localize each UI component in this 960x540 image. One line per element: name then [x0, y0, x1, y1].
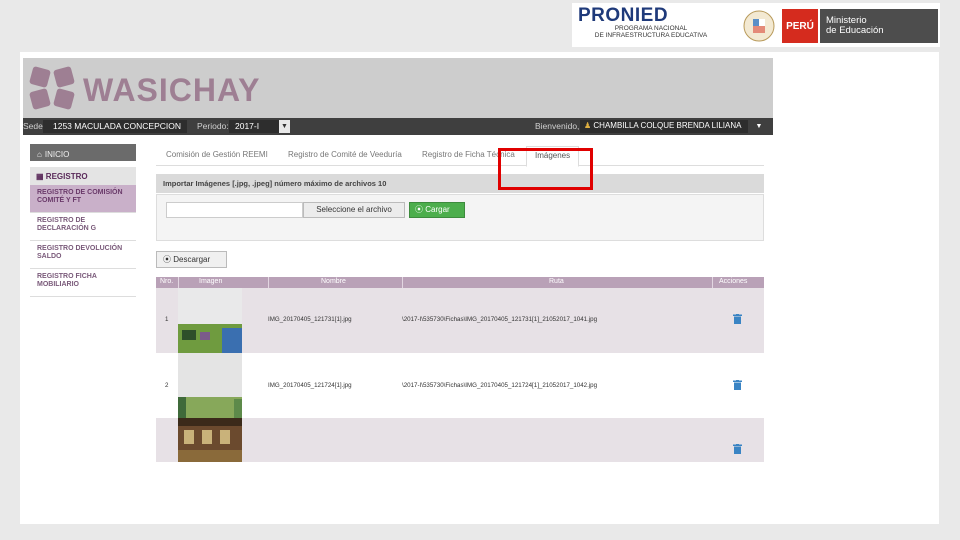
- table-row: 2 IMG_20170405_121724[1].jpg \2017-I\535…: [156, 353, 764, 418]
- user-icon: ♟: [584, 121, 592, 130]
- import-heading: Importar Imágenes [.jpg, .jpeg] número m…: [156, 174, 764, 193]
- sidebar-item-inicio[interactable]: ⌂ INICIO: [30, 144, 136, 161]
- sede-label: Sede:: [23, 121, 46, 131]
- tab-comite-veeduria[interactable]: Registro de Comité de Veeduría: [288, 150, 402, 159]
- download-button[interactable]: ⦿ Descargar: [156, 251, 227, 268]
- trash-icon[interactable]: [733, 380, 742, 390]
- registro-icon: ▦: [36, 172, 44, 181]
- import-panel: Seleccione el archivo ⦿ Cargar: [156, 194, 764, 241]
- periodo-label: Periodo:: [197, 121, 229, 131]
- home-icon: ⌂: [37, 149, 42, 159]
- row-image-thumbnail[interactable]: [178, 418, 242, 462]
- row-image-name: IMG_20170405_121731[1].jpg: [268, 316, 352, 323]
- col-header-imagen: Imagen: [199, 278, 223, 285]
- table-row: 1 IMG_20170405_121731[1].jpg \2017-I\535…: [156, 288, 764, 353]
- wasichay-logo-icon: [29, 66, 75, 110]
- upload-icon: ⦿: [415, 205, 423, 214]
- sidebar-item-label: COMITÉ Y FT: [37, 197, 82, 204]
- sidebar-item-label: MOBILIARIO: [37, 281, 79, 288]
- tab-bar: Comisión de Gestión REEMI Registro de Co…: [156, 144, 764, 167]
- row-image-thumbnail[interactable]: [178, 353, 242, 418]
- table-header: Nro. Imagen Nombre Ruta Acciones: [156, 277, 764, 288]
- pronied-title: PRONIED: [578, 5, 669, 26]
- row-image-thumbnail[interactable]: [178, 288, 242, 353]
- row-image-name: IMG_20170405_121724[1].jpg: [268, 382, 352, 389]
- upload-label: Cargar: [425, 205, 450, 214]
- sidebar-item-label: REGISTRO DE COMISIÓN: [37, 189, 123, 196]
- trash-icon[interactable]: [733, 444, 742, 454]
- sidebar-section-registro[interactable]: ▦ REGISTRO: [30, 167, 136, 185]
- sidebar-inicio-label: INICIO: [44, 149, 70, 159]
- app-window: WASICHAY Sede: 1253 MACULADA CONCEPCION …: [23, 58, 773, 462]
- sidebar-item-comision[interactable]: REGISTRO DE COMISIÓN COMITÉ Y FT: [30, 185, 136, 213]
- col-header-nro: Nro.: [160, 278, 174, 285]
- sidebar-item-mobiliario[interactable]: REGISTRO FICHA MOBILIARIO: [30, 269, 136, 297]
- minedu-line-2: de Educación: [826, 25, 884, 36]
- file-path-input[interactable]: [166, 202, 303, 218]
- col-header-acciones: Acciones: [719, 278, 748, 285]
- sede-selector[interactable]: 1253 MACULADA CONCEPCION: [43, 120, 187, 133]
- row-image-path: \2017-I\535730\Fichas\IMG_20170405_12173…: [402, 316, 598, 323]
- sidebar-item-declaracion[interactable]: REGISTRO DE DECLARACIÓN G: [30, 213, 136, 241]
- national-seal-icon: [743, 10, 775, 42]
- sidebar-item-devolucion[interactable]: REGISTRO DEVOLUCIÓN SALDO: [30, 241, 136, 269]
- periodo-selector[interactable]: 2017-I: [229, 120, 279, 133]
- pronied-subtitle-1: PROGRAMA NACIONAL: [614, 25, 688, 32]
- welcome-label: Bienvenido,: [535, 121, 580, 131]
- sidebar-item-label: DECLARACIÓN G: [37, 225, 97, 232]
- top-nav-bar: Sede: 1253 MACULADA CONCEPCION Periodo: …: [23, 118, 773, 135]
- images-table: Nro. Imagen Nombre Ruta Acciones 1 IMG_2…: [156, 277, 764, 462]
- sidebar-item-label: REGISTRO DE: [37, 217, 86, 224]
- peru-badge: PERÚ: [782, 9, 818, 43]
- pronied-subtitle-2: DE INFRAESTRUCTURA EDUCATIVA: [594, 32, 708, 39]
- pronied-logo: PRONIED PROGRAMA NACIONAL DE INFRAESTRUC…: [578, 5, 728, 43]
- row-number: 1: [165, 316, 169, 323]
- user-menu[interactable]: ♟ CHAMBILLA COLQUE BRENDA LILIANA: [580, 120, 748, 133]
- download-icon: ⦿: [163, 255, 171, 264]
- trash-icon[interactable]: [733, 314, 742, 324]
- sidebar-item-label: SALDO: [37, 253, 62, 260]
- row-number: 2: [165, 382, 169, 389]
- chevron-down-icon[interactable]: ▼: [279, 120, 290, 133]
- sidebar: ⌂ INICIO ▦ REGISTRO REGISTRO DE COMISIÓN…: [30, 144, 136, 297]
- col-header-nombre: Nombre: [321, 278, 346, 285]
- minedu-badge: Ministerio de Educación: [820, 9, 938, 43]
- select-file-button[interactable]: Seleccione el archivo: [303, 202, 405, 218]
- col-header-ruta: Ruta: [549, 278, 564, 285]
- download-label: Descargar: [173, 255, 211, 264]
- sidebar-item-label: REGISTRO DEVOLUCIÓN: [37, 245, 123, 252]
- user-name: CHAMBILLA COLQUE BRENDA LILIANA: [593, 121, 742, 130]
- table-row: [156, 418, 764, 462]
- row-image-path: \2017-I\535730\Fichas\IMG_20170405_12172…: [402, 382, 598, 389]
- sidebar-item-label: REGISTRO FICHA: [37, 273, 97, 280]
- tab-comision[interactable]: Comisión de Gestión REEMI: [166, 150, 268, 159]
- sidebar-registro-label: REGISTRO: [45, 172, 88, 181]
- institution-logos: PRONIED PROGRAMA NACIONAL DE INFRAESTRUC…: [572, 3, 940, 47]
- user-menu-chevron-icon[interactable]: ▼: [750, 120, 768, 133]
- brand-header: WASICHAY: [23, 58, 773, 118]
- brand-name: WASICHAY: [83, 72, 261, 108]
- tab-highlight-annotation: [498, 148, 593, 190]
- upload-button[interactable]: ⦿ Cargar: [409, 202, 465, 218]
